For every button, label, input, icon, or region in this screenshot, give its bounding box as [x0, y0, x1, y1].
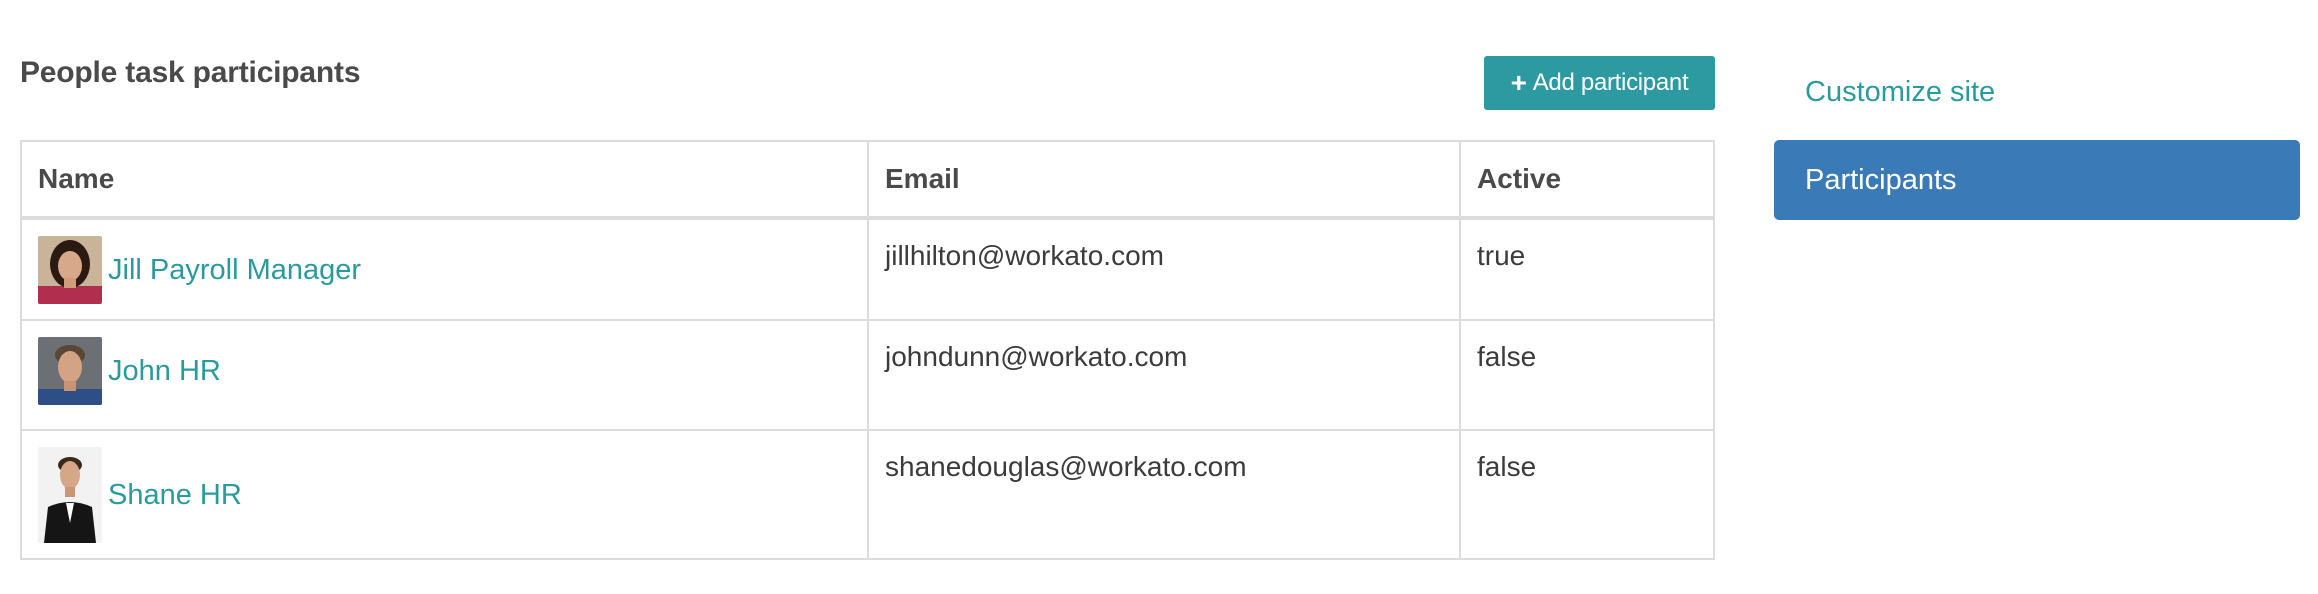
table-row: John HR johndunn@workato.com false: [22, 320, 1713, 431]
participant-name-link[interactable]: John HR: [108, 355, 221, 388]
participant-name-link[interactable]: Jill Payroll Manager: [108, 254, 361, 287]
add-participant-button[interactable]: + Add participant: [1484, 56, 1715, 110]
avatar: [38, 447, 102, 543]
email-cell: johndunn@workato.com: [868, 320, 1461, 431]
avatar: [38, 236, 102, 304]
active-cell: false: [1477, 451, 1537, 482]
avatar: [38, 337, 102, 405]
email-cell: shanedouglas@workato.com: [868, 430, 1461, 558]
table-row: Shane HR shanedouglas@workato.com false: [22, 430, 1713, 558]
person: Jill Payroll Manager: [38, 236, 851, 304]
participant-name-link[interactable]: Shane HR: [108, 479, 242, 512]
sidebar-item-customize-site[interactable]: Customize site: [1805, 76, 1995, 109]
add-participant-label: Add participant: [1532, 69, 1689, 96]
column-header-active[interactable]: Active: [1460, 142, 1713, 220]
column-header-name[interactable]: Name: [22, 142, 869, 220]
email-cell: jillhilton@workato.com: [868, 218, 1461, 321]
plus-icon: +: [1510, 67, 1527, 98]
page-title: People task participants: [20, 56, 361, 89]
person: Shane HR: [38, 447, 851, 543]
column-header-email[interactable]: Email: [868, 142, 1461, 220]
sidebar-item-label: Participants: [1805, 163, 1957, 196]
page: People task participants + Add participa…: [0, 0, 2318, 594]
table-row: Jill Payroll Manager jillhilton@workato.…: [22, 218, 1713, 321]
person: John HR: [38, 337, 851, 405]
active-cell: false: [1460, 320, 1713, 431]
active-cell: true: [1460, 218, 1713, 321]
name-cell: Shane HR: [22, 430, 869, 558]
name-cell: John HR: [22, 320, 869, 431]
table-header-row: Name Email Active: [22, 142, 1713, 220]
sidebar-item-participants[interactable]: Participants: [1774, 140, 2300, 220]
name-cell: Jill Payroll Manager: [22, 218, 869, 321]
participants-table: Name Email Active Jill Payroll Manager j…: [20, 140, 1715, 560]
